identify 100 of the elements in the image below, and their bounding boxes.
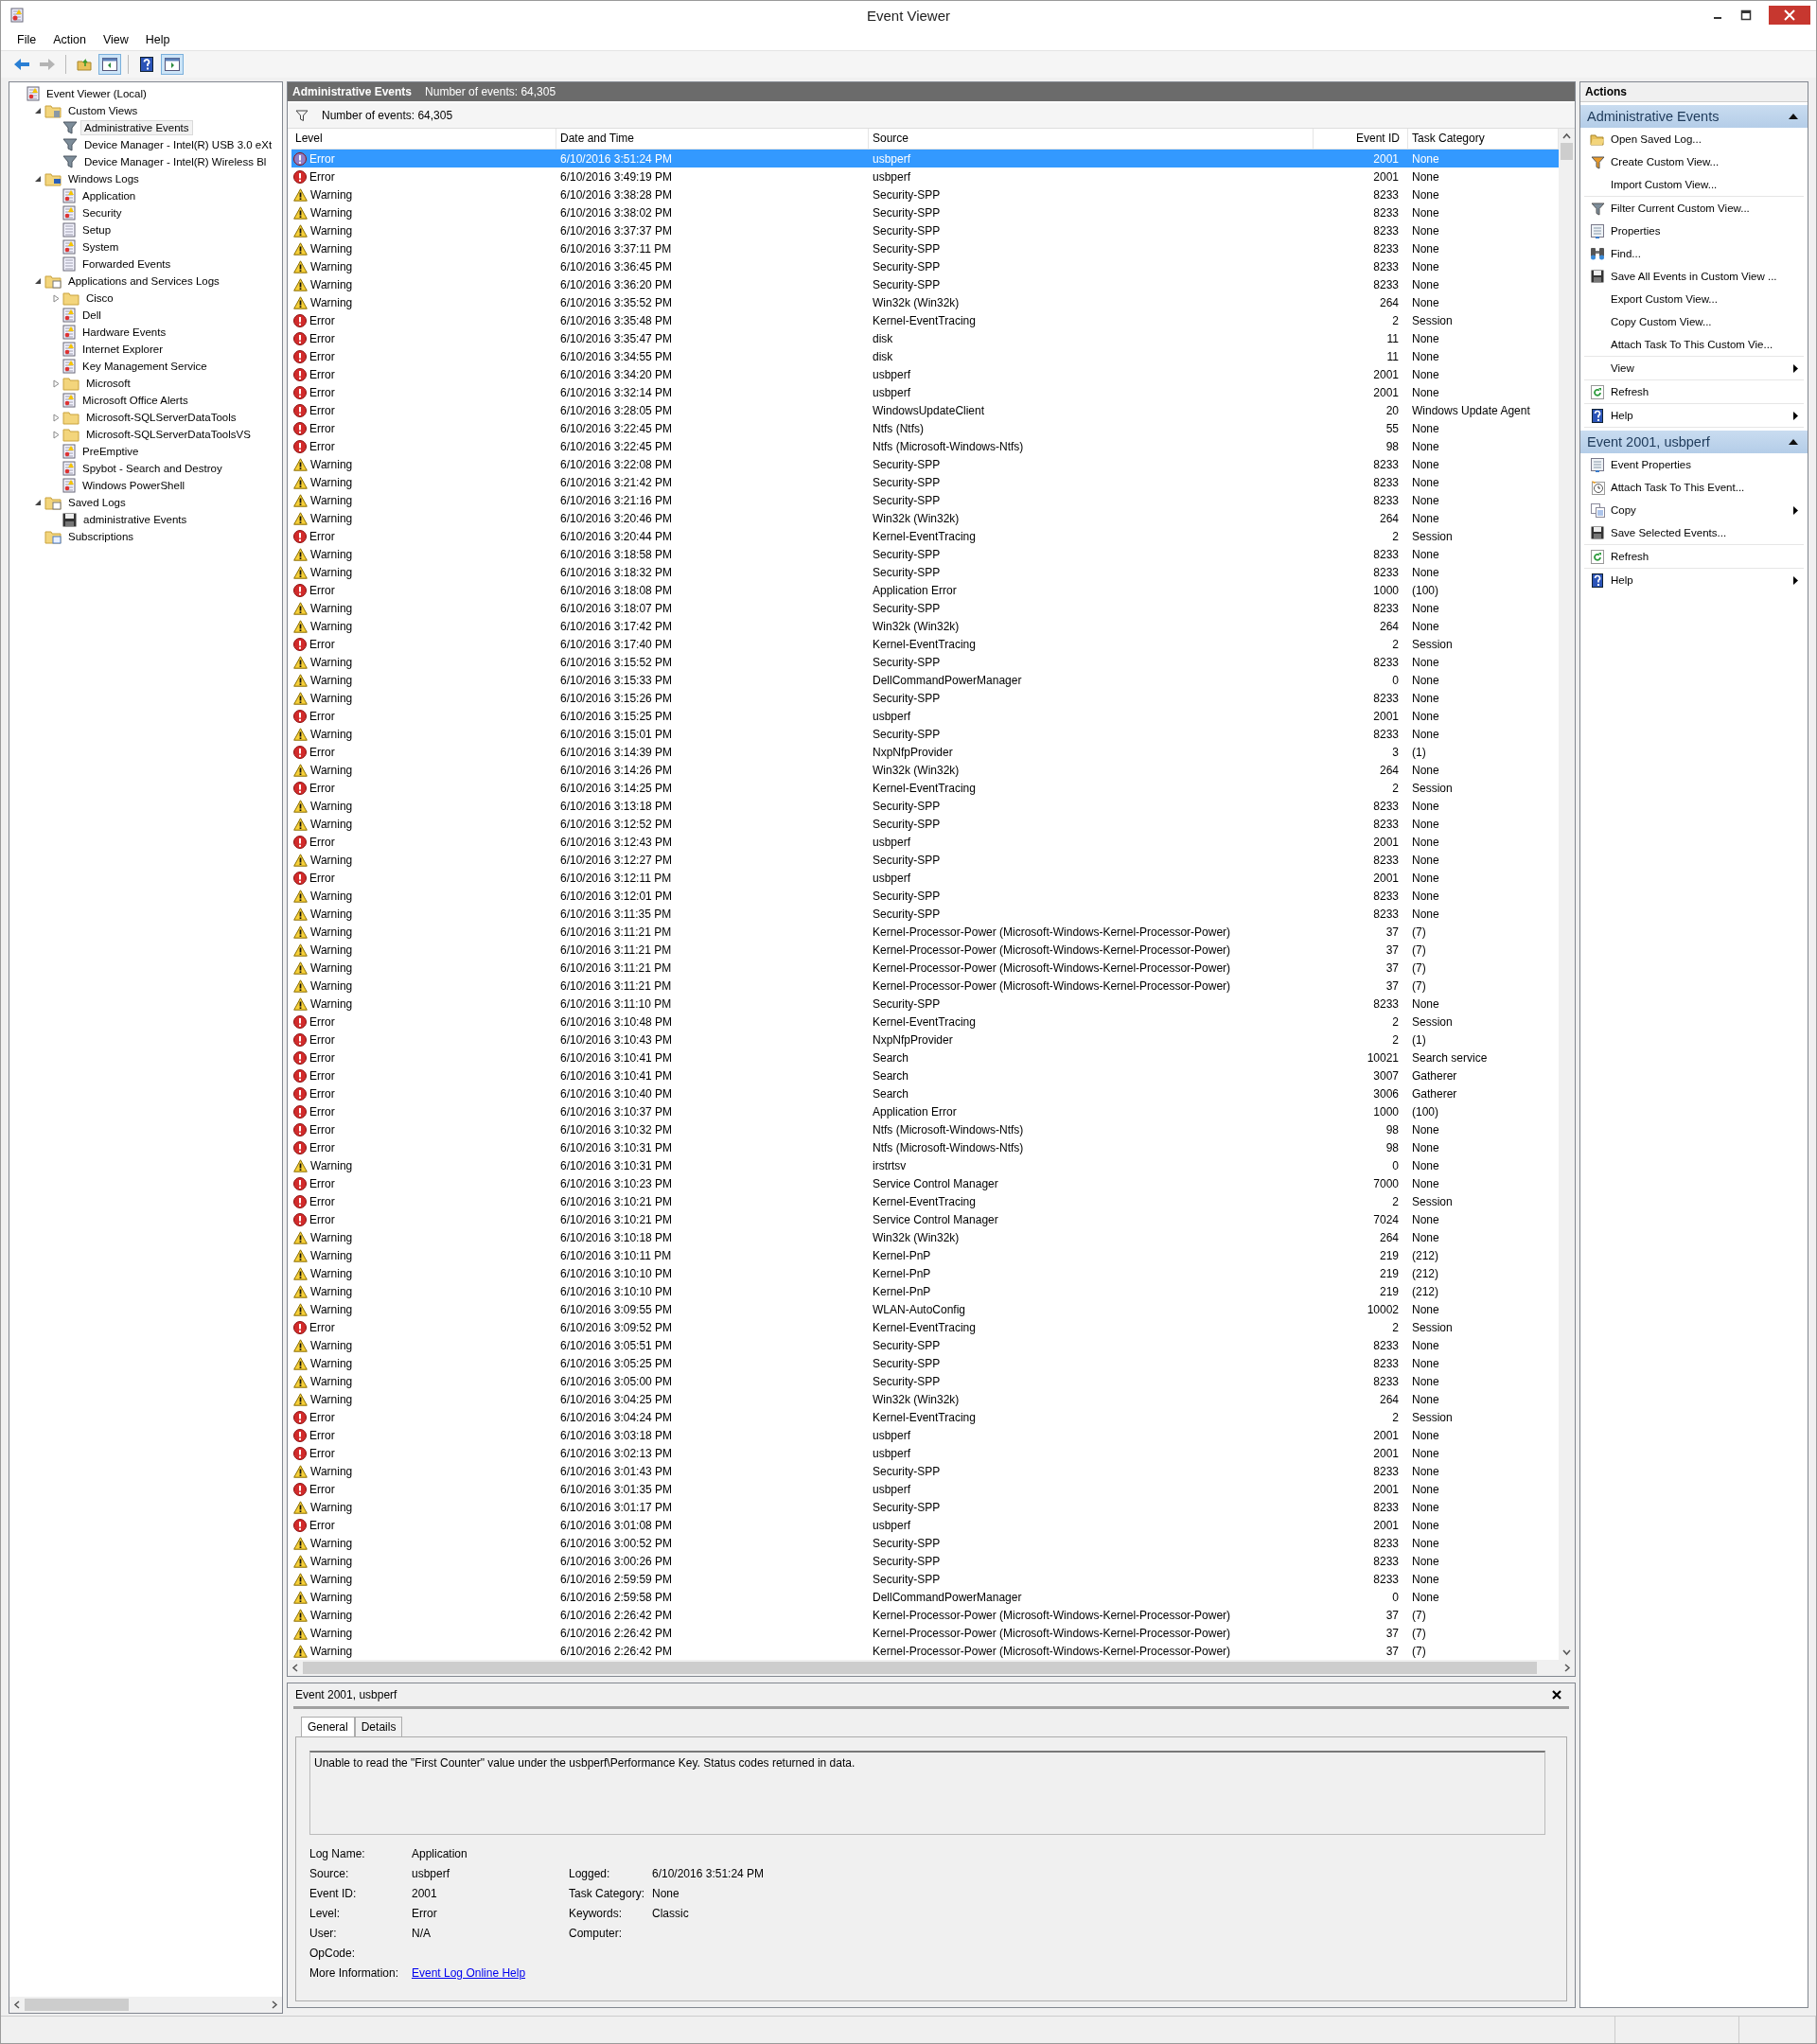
pane-command[interactable]: Import Custom View...: [1584, 173, 1804, 196]
event-row[interactable]: Error 6/10/2016 3:35:47 PM disk 11 None: [291, 329, 1559, 347]
event-row[interactable]: Error 6/10/2016 3:10:21 PM Service Control Manager 7024 None: [291, 1210, 1559, 1228]
tree-item[interactable]: Key Management Service: [79, 359, 211, 374]
pane-command[interactable]: Attach Task To This Custom Vie...: [1584, 333, 1804, 356]
event-row[interactable]: Error 6/10/2016 3:10:32 PM Ntfs (Microsoft-Windows-Ntfs) 98 None: [291, 1120, 1559, 1138]
scrollbar-thumb[interactable]: [1561, 143, 1573, 160]
tree-item[interactable]: PreEmptive: [79, 444, 143, 459]
help-link[interactable]: Event Log Online Help: [412, 1965, 526, 1980]
scrollbar-thumb[interactable]: [303, 1662, 1537, 1674]
event-row[interactable]: Error 6/10/2016 3:34:55 PM disk 11 None: [291, 347, 1559, 365]
pane-command[interactable]: Copy Custom View...: [1584, 310, 1804, 333]
event-row[interactable]: Warning 6/10/2016 2:26:42 PM Kernel-Processor-Power (Microsoft-Windows-Kernel-Processor-Power) 37 (7): [291, 1642, 1559, 1660]
event-row[interactable]: Error 6/10/2016 3:18:08 PM Application Error 1000 (100): [291, 581, 1559, 599]
pane-command[interactable]: Properties: [1584, 220, 1804, 242]
event-row[interactable]: Error 6/10/2016 3:28:05 PM WindowsUpdateClient 20 Windows Update Agent: [291, 401, 1559, 419]
expand-arrow-icon[interactable]: [51, 293, 61, 303]
event-row[interactable]: Error 6/10/2016 3:15:25 PM usbperf 2001 None: [291, 707, 1559, 725]
scrollbar-thumb[interactable]: [25, 1999, 129, 2011]
collapse-arrow-icon[interactable]: [1789, 114, 1798, 119]
event-row[interactable]: Warning 6/10/2016 3:01:43 PM Security-SPP 8233 None: [291, 1462, 1559, 1480]
tree-item[interactable]: Saved Logs: [64, 495, 130, 510]
event-row[interactable]: Warning 6/10/2016 3:11:21 PM Kernel-Processor-Power (Microsoft-Windows-Kernel-Processor-Power) 37 (7): [291, 977, 1559, 995]
event-row[interactable]: Warning 6/10/2016 3:37:37 PM Security-SPP 8233 None: [291, 221, 1559, 239]
event-row[interactable]: Error 6/10/2016 3:22:45 PM Ntfs (Microsoft-Windows-Ntfs) 98 None: [291, 437, 1559, 455]
section-header[interactable]: Administrative Events: [1580, 105, 1808, 128]
event-row[interactable]: Warning 6/10/2016 3:37:11 PM Security-SPP 8233 None: [291, 239, 1559, 257]
event-row[interactable]: Warning 6/10/2016 3:05:51 PM Security-SPP 8233 None: [291, 1336, 1559, 1354]
event-row[interactable]: Warning 6/10/2016 3:01:17 PM Security-SPP 8233 None: [291, 1498, 1559, 1516]
event-row[interactable]: Warning 6/10/2016 3:35:52 PM Win32k (Win32k) 264 None: [291, 293, 1559, 311]
event-row[interactable]: Warning 6/10/2016 3:11:21 PM Kernel-Processor-Power (Microsoft-Windows-Kernel-Processor-Power) 37 (7): [291, 941, 1559, 959]
tab[interactable]: General: [301, 1717, 355, 1736]
event-row[interactable]: Warning 6/10/2016 3:12:52 PM Security-SPP 8233 None: [291, 815, 1559, 833]
scroll-left-icon[interactable]: [291, 1664, 299, 1672]
menu-item[interactable]: Help: [138, 31, 177, 48]
horizontal-scrollbar[interactable]: [288, 1660, 1575, 1676]
tree-item[interactable]: Administrative Events: [80, 120, 193, 135]
menu-item[interactable]: File: [10, 31, 44, 48]
pane-command[interactable]: Create Custom View...: [1584, 150, 1804, 173]
horizontal-scrollbar[interactable]: [9, 1997, 282, 2013]
tree-item[interactable]: Cisco: [82, 291, 117, 306]
event-row[interactable]: Warning 6/10/2016 3:36:20 PM Security-SPP 8233 None: [291, 275, 1559, 293]
event-row[interactable]: Warning 6/10/2016 3:11:10 PM Security-SPP 8233 None: [291, 995, 1559, 1013]
event-row[interactable]: Warning 6/10/2016 3:15:26 PM Security-SPP 8233 None: [291, 689, 1559, 707]
event-row[interactable]: Error 6/10/2016 3:10:41 PM Search 3007 Gatherer: [291, 1066, 1559, 1084]
event-row[interactable]: Warning 6/10/2016 2:26:42 PM Kernel-Processor-Power (Microsoft-Windows-Kernel-Processor-Power) 37 (7): [291, 1624, 1559, 1642]
event-row[interactable]: Warning 6/10/2016 3:38:02 PM Security-SPP 8233 None: [291, 203, 1559, 221]
event-row[interactable]: Error 6/10/2016 3:09:52 PM Kernel-EventTracing 2 Session: [291, 1318, 1559, 1336]
event-row[interactable]: Warning 6/10/2016 3:18:07 PM Security-SPP 8233 None: [291, 599, 1559, 617]
event-row[interactable]: Error 6/10/2016 3:01:35 PM usbperf 2001 None: [291, 1480, 1559, 1498]
pane-command[interactable]: Help: [1584, 569, 1804, 591]
event-row[interactable]: Warning 6/10/2016 3:18:58 PM Security-SPP 8233 None: [291, 545, 1559, 563]
event-row[interactable]: Warning 6/10/2016 3:10:10 PM Kernel-PnP 219 (212): [291, 1264, 1559, 1282]
pane-command[interactable]: Find...: [1584, 242, 1804, 265]
pane-command[interactable]: Export Custom View...: [1584, 288, 1804, 310]
collapse-arrow-icon[interactable]: [33, 174, 43, 184]
pane-command[interactable]: Filter Current Custom View...: [1584, 197, 1804, 220]
column-header[interactable]: Source: [869, 129, 1314, 149]
tree-item[interactable]: Spybot - Search and Destroy: [79, 461, 226, 476]
pane-command[interactable]: Help: [1584, 404, 1804, 427]
menu-item[interactable]: Action: [46, 31, 93, 48]
event-row[interactable]: Warning 6/10/2016 3:18:32 PM Security-SPP 8233 None: [291, 563, 1559, 581]
pane-command[interactable]: Copy: [1584, 499, 1804, 521]
event-row[interactable]: Warning 6/10/2016 3:17:42 PM Win32k (Win32k) 264 None: [291, 617, 1559, 635]
event-row[interactable]: Warning 6/10/2016 3:11:35 PM Security-SPP 8233 None: [291, 905, 1559, 923]
expand-arrow-icon[interactable]: [51, 430, 61, 439]
event-row[interactable]: Warning 6/10/2016 3:11:21 PM Kernel-Processor-Power (Microsoft-Windows-Kernel-Processor-Power) 37 (7): [291, 923, 1559, 941]
event-row[interactable]: Warning 6/10/2016 3:14:26 PM Win32k (Win32k) 264 None: [291, 761, 1559, 779]
event-row[interactable]: Warning 6/10/2016 3:22:08 PM Security-SPP 8233 None: [291, 455, 1559, 473]
event-row[interactable]: Error 6/10/2016 3:14:39 PM NxpNfpProvider 3 (1): [291, 743, 1559, 761]
event-row[interactable]: Error 6/10/2016 3:10:43 PM NxpNfpProvider 2 (1): [291, 1031, 1559, 1048]
event-row[interactable]: Error 6/10/2016 3:02:13 PM usbperf 2001 None: [291, 1444, 1559, 1462]
tree-item[interactable]: Applications and Services Logs: [64, 273, 223, 289]
event-row[interactable]: Error 6/10/2016 3:04:24 PM Kernel-EventTracing 2 Session: [291, 1408, 1559, 1426]
event-row[interactable]: Error 6/10/2016 3:35:48 PM Kernel-EventTracing 2 Session: [291, 311, 1559, 329]
event-row[interactable]: Error 6/10/2016 3:10:48 PM Kernel-EventTracing 2 Session: [291, 1013, 1559, 1031]
console-tree-button[interactable]: [98, 54, 121, 75]
tree-item[interactable]: Device Manager - Intel(R) USB 3.0 eXt: [80, 137, 276, 152]
event-row[interactable]: Warning 6/10/2016 3:20:46 PM Win32k (Win32k) 264 None: [291, 509, 1559, 527]
column-header[interactable]: Level: [291, 129, 556, 149]
pane-command[interactable]: Open Saved Log...: [1584, 128, 1804, 150]
tree-item[interactable]: Windows Logs: [64, 171, 143, 186]
event-row[interactable]: Warning 6/10/2016 3:15:01 PM Security-SPP 8233 None: [291, 725, 1559, 743]
event-row[interactable]: Warning 6/10/2016 2:59:58 PM DellCommandPowerManager 0 None: [291, 1588, 1559, 1606]
close-icon[interactable]: [1552, 1690, 1561, 1700]
event-row[interactable]: Error 6/10/2016 3:14:25 PM Kernel-EventTracing 2 Session: [291, 779, 1559, 797]
tree-item[interactable]: Device Manager - Intel(R) Wireless Bl: [80, 154, 271, 169]
tree-item[interactable]: Internet Explorer: [79, 342, 167, 357]
event-row[interactable]: Error 6/10/2016 3:22:45 PM Ntfs (Ntfs) 55 None: [291, 419, 1559, 437]
event-row[interactable]: Warning 6/10/2016 3:00:26 PM Security-SPP 8233 None: [291, 1552, 1559, 1570]
tree-item[interactable]: Microsoft Office Alerts: [79, 393, 192, 408]
event-row[interactable]: Warning 6/10/2016 3:10:31 PM irstrtsv 0 None: [291, 1156, 1559, 1174]
event-row[interactable]: Error 6/10/2016 3:32:14 PM usbperf 2001 None: [291, 383, 1559, 401]
event-row[interactable]: Error 6/10/2016 3:17:40 PM Kernel-EventTracing 2 Session: [291, 635, 1559, 653]
pane-command[interactable]: Save All Events in Custom View ...: [1584, 265, 1804, 288]
event-row[interactable]: Warning 6/10/2016 3:36:45 PM Security-SPP 8233 None: [291, 257, 1559, 275]
collapse-arrow-icon[interactable]: [33, 276, 43, 286]
event-row[interactable]: Error 6/10/2016 3:12:11 PM usbperf 2001 None: [291, 869, 1559, 887]
message-box[interactable]: Unable to read the "First Counter" value under the usbperf\Performance Key. Status codes returned in data.: [309, 1751, 1545, 1835]
event-row[interactable]: Error 6/10/2016 3:20:44 PM Kernel-EventTracing 2 Session: [291, 527, 1559, 545]
